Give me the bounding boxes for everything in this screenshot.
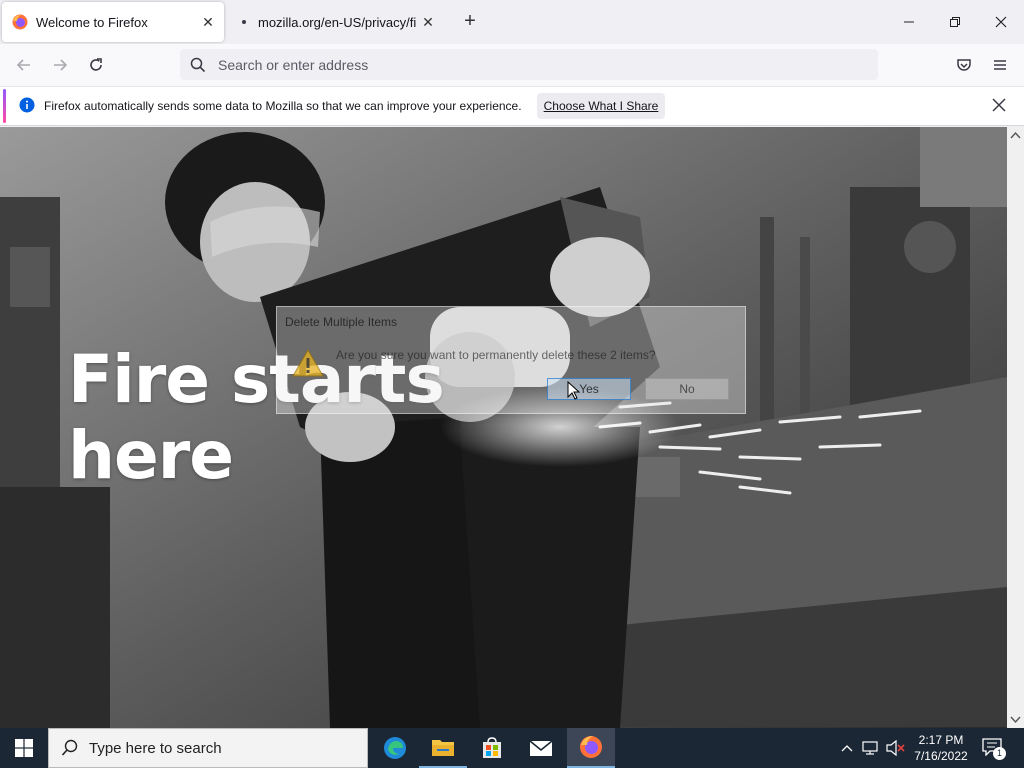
unloaded-tab-icon bbox=[242, 20, 246, 24]
search-icon bbox=[190, 57, 206, 72]
mouse-cursor-icon bbox=[567, 381, 581, 400]
restore-icon bbox=[950, 17, 960, 27]
new-tab-button[interactable]: + bbox=[458, 10, 482, 34]
back-button[interactable] bbox=[10, 52, 38, 78]
taskbar-clock[interactable]: 2:17 PM 7/16/2022 bbox=[910, 732, 972, 764]
edge-icon bbox=[384, 737, 406, 759]
info-icon bbox=[19, 97, 35, 113]
no-button[interactable]: No bbox=[645, 378, 729, 400]
yes-label: Yes bbox=[579, 382, 599, 396]
back-arrow-icon bbox=[16, 59, 30, 71]
reload-icon bbox=[90, 58, 102, 71]
volume-muted-icon[interactable] bbox=[886, 740, 906, 756]
tab-privacy[interactable]: mozilla.org/en-US/privacy/firefox ✕ bbox=[232, 2, 444, 42]
network-icon[interactable] bbox=[862, 740, 880, 756]
no-label: No bbox=[679, 382, 695, 396]
store-icon bbox=[483, 737, 501, 758]
close-notification-icon[interactable] bbox=[992, 98, 1006, 112]
dialog-message: Are you sure you want to permanently del… bbox=[336, 348, 656, 362]
yes-button[interactable]: Yes bbox=[547, 378, 631, 400]
taskbar-mail[interactable] bbox=[517, 728, 565, 768]
folder-icon bbox=[432, 740, 454, 756]
search-icon bbox=[61, 739, 78, 756]
tab-welcome[interactable]: Welcome to Firefox ✕ bbox=[2, 2, 224, 42]
warning-icon bbox=[292, 348, 324, 377]
taskbar-search-box[interactable]: Type here to search bbox=[48, 728, 368, 768]
scroll-down-icon[interactable] bbox=[1007, 711, 1024, 728]
restore-button[interactable] bbox=[932, 0, 978, 44]
taskbar-edge[interactable] bbox=[371, 728, 419, 768]
taskbar-search-placeholder: Type here to search bbox=[89, 739, 222, 757]
tab-title: mozilla.org/en-US/privacy/firefox bbox=[258, 14, 416, 30]
reload-button[interactable] bbox=[82, 52, 110, 78]
mail-icon bbox=[529, 740, 553, 756]
pocket-button[interactable] bbox=[950, 52, 978, 78]
scroll-up-icon[interactable] bbox=[1007, 127, 1024, 144]
hamburger-menu-icon bbox=[994, 60, 1006, 70]
start-button[interactable] bbox=[0, 728, 48, 768]
address-bar[interactable] bbox=[180, 49, 878, 80]
tab-title: Welcome to Firefox bbox=[36, 14, 148, 30]
windows-logo-icon bbox=[15, 739, 33, 757]
taskbar-file-explorer[interactable] bbox=[419, 728, 467, 768]
forward-button[interactable] bbox=[46, 52, 74, 78]
minimize-icon bbox=[904, 21, 914, 23]
forward-arrow-icon bbox=[54, 59, 68, 71]
show-hidden-icons-button[interactable] bbox=[838, 738, 856, 758]
clock-date: 7/16/2022 bbox=[914, 749, 968, 763]
close-icon bbox=[995, 16, 1007, 28]
close-window-button[interactable] bbox=[978, 0, 1024, 44]
close-tab-icon[interactable]: ✕ bbox=[416, 14, 440, 31]
vertical-scrollbar[interactable] bbox=[1007, 127, 1024, 728]
address-input[interactable] bbox=[218, 56, 838, 73]
notification-accent bbox=[3, 89, 6, 123]
minimize-button[interactable] bbox=[886, 0, 932, 44]
taskbar-firefox[interactable] bbox=[567, 728, 615, 768]
notification-count-badge: 1 bbox=[993, 747, 1006, 760]
close-tab-icon[interactable]: ✕ bbox=[196, 14, 220, 31]
firefox-icon bbox=[580, 736, 602, 758]
firefox-icon bbox=[12, 14, 28, 30]
pocket-icon bbox=[957, 59, 971, 71]
hero-line-2: here bbox=[68, 417, 234, 494]
dialog-title: Delete Multiple Items bbox=[285, 315, 398, 329]
action-center-button[interactable]: 1 bbox=[982, 738, 1006, 760]
notification-message: Firefox automatically sends some data to… bbox=[44, 99, 522, 113]
app-menu-button[interactable] bbox=[986, 52, 1014, 78]
taskbar-store[interactable] bbox=[468, 728, 516, 768]
chevron-up-icon bbox=[841, 745, 853, 752]
choose-what-i-share-label: Choose What I Share bbox=[543, 99, 659, 113]
clock-time: 2:17 PM bbox=[918, 733, 964, 747]
choose-what-i-share-button[interactable]: Choose What I Share bbox=[537, 93, 665, 119]
